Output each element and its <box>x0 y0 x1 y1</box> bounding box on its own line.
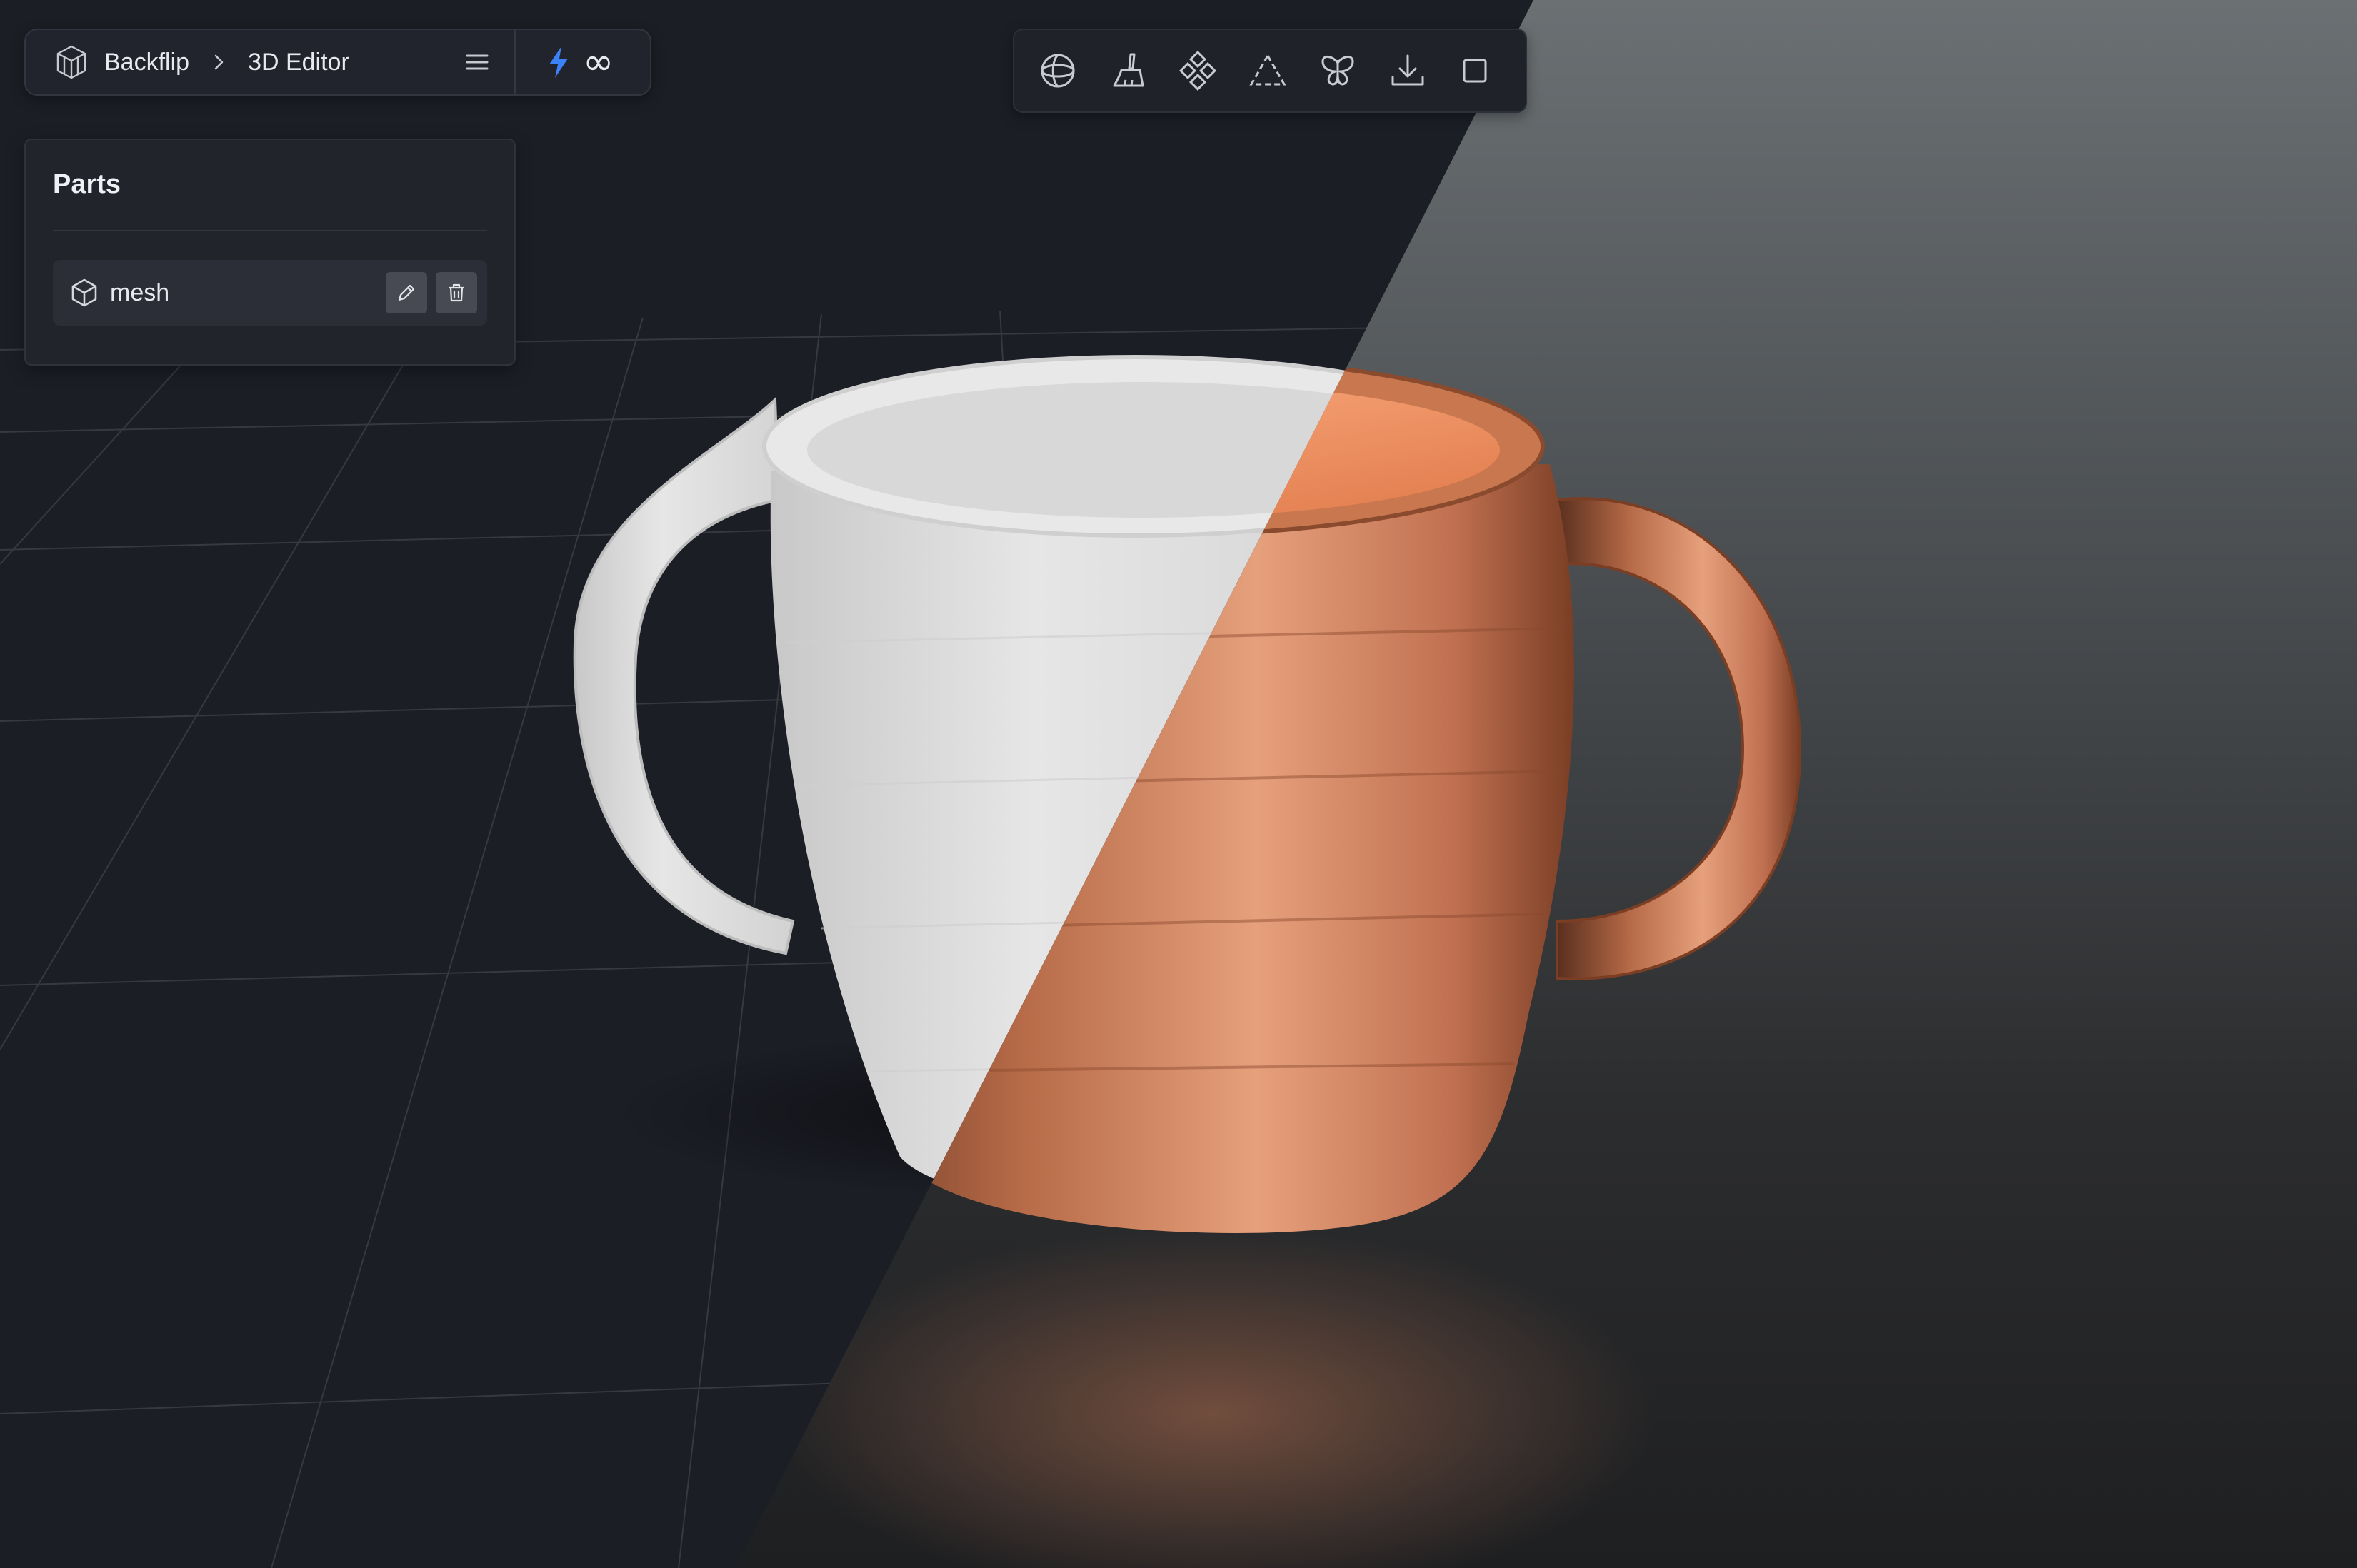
credits-value: ∞ <box>583 41 614 84</box>
diamond-grid-icon[interactable] <box>1176 46 1220 96</box>
breadcrumb-page: 3D Editor <box>248 48 349 76</box>
chevron-right-icon <box>208 51 229 73</box>
cube-stack-icon[interactable] <box>53 44 90 81</box>
download-icon[interactable] <box>1386 46 1430 96</box>
hamburger-menu-icon[interactable] <box>461 46 493 78</box>
breadcrumb-app[interactable]: Backflip <box>104 49 189 76</box>
paint-brush-icon[interactable] <box>1106 46 1150 96</box>
triangle-dashed-icon[interactable] <box>1246 46 1290 96</box>
trash-icon[interactable] <box>436 272 477 313</box>
cube-icon <box>69 277 100 308</box>
breadcrumb: Backflip 3D Editor <box>26 30 514 94</box>
parts-divider <box>53 230 487 231</box>
render-toolbar <box>1013 29 1527 113</box>
butterfly-icon[interactable] <box>1316 46 1360 96</box>
sphere-icon[interactable] <box>1036 46 1080 96</box>
parts-panel: Parts mesh <box>24 139 516 366</box>
credits-indicator[interactable]: ∞ <box>516 30 614 94</box>
parts-title: Parts <box>53 169 121 199</box>
part-name: mesh <box>110 278 170 306</box>
lightning-bolt-icon <box>546 45 571 79</box>
part-item-mesh[interactable]: mesh <box>53 260 487 326</box>
pencil-icon[interactable] <box>386 272 427 313</box>
square-icon[interactable] <box>1456 46 1500 96</box>
part-actions <box>386 272 477 313</box>
header-bar: Backflip 3D Editor ∞ <box>24 29 651 96</box>
